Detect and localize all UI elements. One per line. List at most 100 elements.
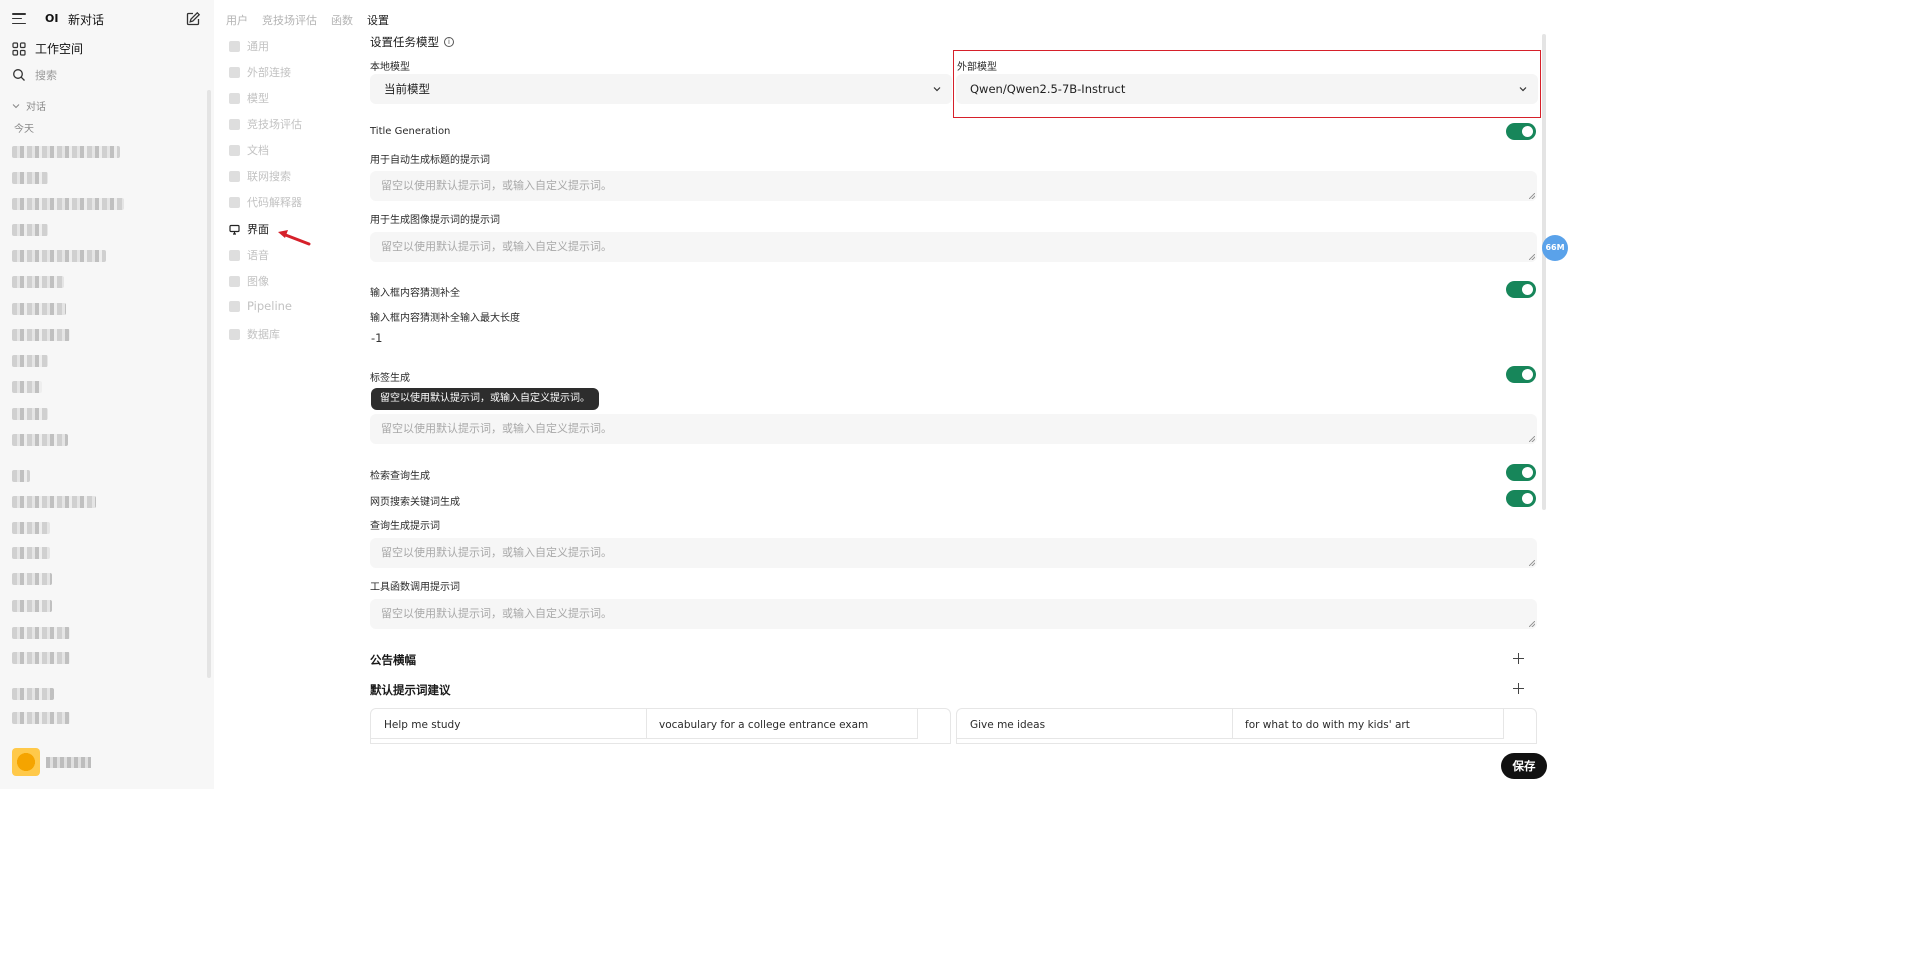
query-prompt-input[interactable]: 留空以使用默认提示词，或输入自定义提示词。 [370, 538, 1537, 568]
image-icon [229, 275, 240, 287]
logo: OI [45, 12, 59, 25]
chat-list-item[interactable] [12, 408, 48, 420]
gear-icon [229, 40, 240, 52]
suggestion-title[interactable]: Help me study [371, 709, 647, 739]
chats-section-toggle[interactable]: 对话 [12, 98, 46, 113]
settings-nav-label: 代码解释器 [247, 196, 302, 209]
chat-list-item[interactable] [12, 172, 48, 184]
memory-badge[interactable]: 66M [1542, 235, 1568, 261]
chat-list-item[interactable] [12, 434, 68, 446]
tab-arena[interactable]: 竞技场评估 [262, 12, 317, 28]
chat-list-item[interactable] [12, 355, 48, 367]
suggestion-title[interactable]: Give me ideas [957, 709, 1233, 739]
chat-list-item[interactable] [12, 652, 70, 664]
chat-list-item[interactable] [12, 250, 106, 262]
chat-list-item[interactable] [12, 198, 124, 210]
settings-nav-interface[interactable]: 界面 [229, 221, 269, 237]
sidebar-search[interactable]: 搜索 [12, 67, 57, 83]
sidebar-item-workspace[interactable]: 工作空间 [12, 40, 83, 57]
chats-section-label: 对话 [26, 102, 46, 113]
sidebar: OI 新对话 工作空间 搜索 对话 今天 [0, 0, 214, 789]
chat-list-item[interactable] [12, 146, 120, 158]
cloud-icon [229, 66, 240, 78]
user-name-blurred[interactable] [46, 757, 91, 768]
chat-list-item[interactable] [12, 712, 70, 724]
chat-list-item[interactable] [12, 224, 48, 236]
web-search-query-label: 网页搜索关键词生成 [370, 497, 460, 508]
info-icon[interactable]: i [444, 37, 454, 47]
image-prompt-input[interactable]: 留空以使用默认提示词，或输入自定义提示词。 [370, 232, 1537, 262]
new-chat-button[interactable]: 新对话 [68, 11, 104, 28]
chat-list-item[interactable] [12, 600, 52, 612]
settings-nav-general[interactable]: 通用 [229, 38, 269, 54]
add-banner-button[interactable] [1513, 653, 1524, 664]
chat-list-item[interactable] [12, 522, 50, 534]
autocomplete-max-length-label: 输入框内容猜测补全输入最大长度 [370, 313, 520, 324]
web-search-query-toggle[interactable] [1506, 490, 1536, 507]
banners-heading: 公告横幅 [370, 653, 416, 667]
content-scrollbar[interactable] [1542, 34, 1546, 510]
autocomplete-label: 输入框内容猜测补全 [370, 288, 460, 299]
admin-tabs: 用户 竞技场评估 函数 设置 [226, 12, 389, 28]
today-group-label: 今天 [14, 124, 34, 135]
tags-generation-toggle[interactable] [1506, 366, 1536, 383]
autocomplete-max-length-value[interactable]: -1 [371, 331, 382, 345]
settings-nav-label: 联网搜索 [247, 170, 291, 183]
chat-list-item[interactable] [12, 547, 50, 559]
title-generation-toggle[interactable] [1506, 123, 1536, 140]
chat-list-item[interactable] [12, 470, 30, 482]
terminal-icon [229, 196, 240, 208]
chat-list-item[interactable] [12, 276, 64, 288]
local-model-label: 本地模型 [370, 62, 410, 73]
settings-nav-code-interpreter[interactable]: 代码解释器 [229, 194, 302, 210]
edit-icon[interactable] [185, 11, 201, 27]
search-icon [13, 69, 25, 81]
monitor-icon [229, 224, 240, 235]
tooltip: 留空以使用默认提示词，或输入自定义提示词。 [371, 388, 599, 410]
settings-nav-label: Pipeline [247, 299, 293, 313]
grid-icon [12, 41, 26, 56]
settings-nav-pipelines[interactable]: Pipeline [229, 299, 292, 313]
title-prompt-label: 用于自动生成标题的提示词 [370, 155, 490, 166]
menu-icon[interactable] [12, 13, 26, 25]
settings-nav-connections[interactable]: 外部连接 [229, 64, 291, 80]
settings-nav-audio[interactable]: 语音 [229, 247, 269, 263]
settings-nav-database[interactable]: 数据库 [229, 326, 280, 342]
settings-nav-models[interactable]: 模型 [229, 90, 269, 106]
chat-list-item[interactable] [12, 303, 66, 315]
chat-list-item[interactable] [12, 381, 42, 393]
suggestion-subtitle[interactable]: vocabulary for a college entrance exam [646, 709, 918, 739]
chat-list-item[interactable] [12, 329, 70, 341]
external-model-select[interactable]: Qwen/Qwen2.5-7B-Instruct [956, 74, 1538, 104]
tab-users[interactable]: 用户 [226, 12, 248, 28]
settings-nav-documents[interactable]: 文档 [229, 142, 269, 158]
tab-functions[interactable]: 函数 [331, 12, 353, 28]
settings-nav-label: 通用 [247, 40, 269, 53]
tools-prompt-input[interactable]: 留空以使用默认提示词，或输入自定义提示词。 [370, 599, 1537, 629]
add-suggestion-button[interactable] [1513, 683, 1524, 694]
suggestion-card[interactable]: Help me study vocabulary for a college e… [370, 708, 951, 744]
chevron-down-icon [933, 87, 941, 92]
settings-nav-label: 图像 [247, 275, 269, 288]
retrieval-query-toggle[interactable] [1506, 464, 1536, 481]
chat-list-item[interactable] [12, 496, 96, 508]
chat-list-item[interactable] [12, 573, 52, 585]
autocomplete-toggle[interactable] [1506, 281, 1536, 298]
avatar[interactable] [12, 748, 40, 776]
save-button[interactable]: 保存 [1501, 753, 1547, 779]
tags-prompt-input[interactable]: 留空以使用默认提示词，或输入自定义提示词。 [370, 414, 1537, 444]
external-model-label: 外部模型 [957, 62, 997, 73]
annotation-arrow [278, 230, 311, 246]
settings-nav-label: 语音 [247, 249, 269, 262]
settings-nav-arena[interactable]: 竞技场评估 [229, 116, 302, 132]
title-prompt-input[interactable]: 留空以使用默认提示词，或输入自定义提示词。 [370, 171, 1537, 201]
sidebar-scrollbar[interactable] [207, 90, 211, 678]
tab-settings[interactable]: 设置 [367, 12, 389, 28]
chat-list-item[interactable] [12, 627, 70, 639]
suggestion-card[interactable]: Give me ideas for what to do with my kid… [956, 708, 1537, 744]
suggestion-subtitle[interactable]: for what to do with my kids' art [1232, 709, 1504, 739]
chat-list-item[interactable] [12, 688, 54, 700]
settings-nav-images[interactable]: 图像 [229, 273, 269, 289]
local-model-select[interactable]: 当前模型 [370, 74, 952, 104]
settings-nav-web-search[interactable]: 联网搜索 [229, 168, 291, 184]
